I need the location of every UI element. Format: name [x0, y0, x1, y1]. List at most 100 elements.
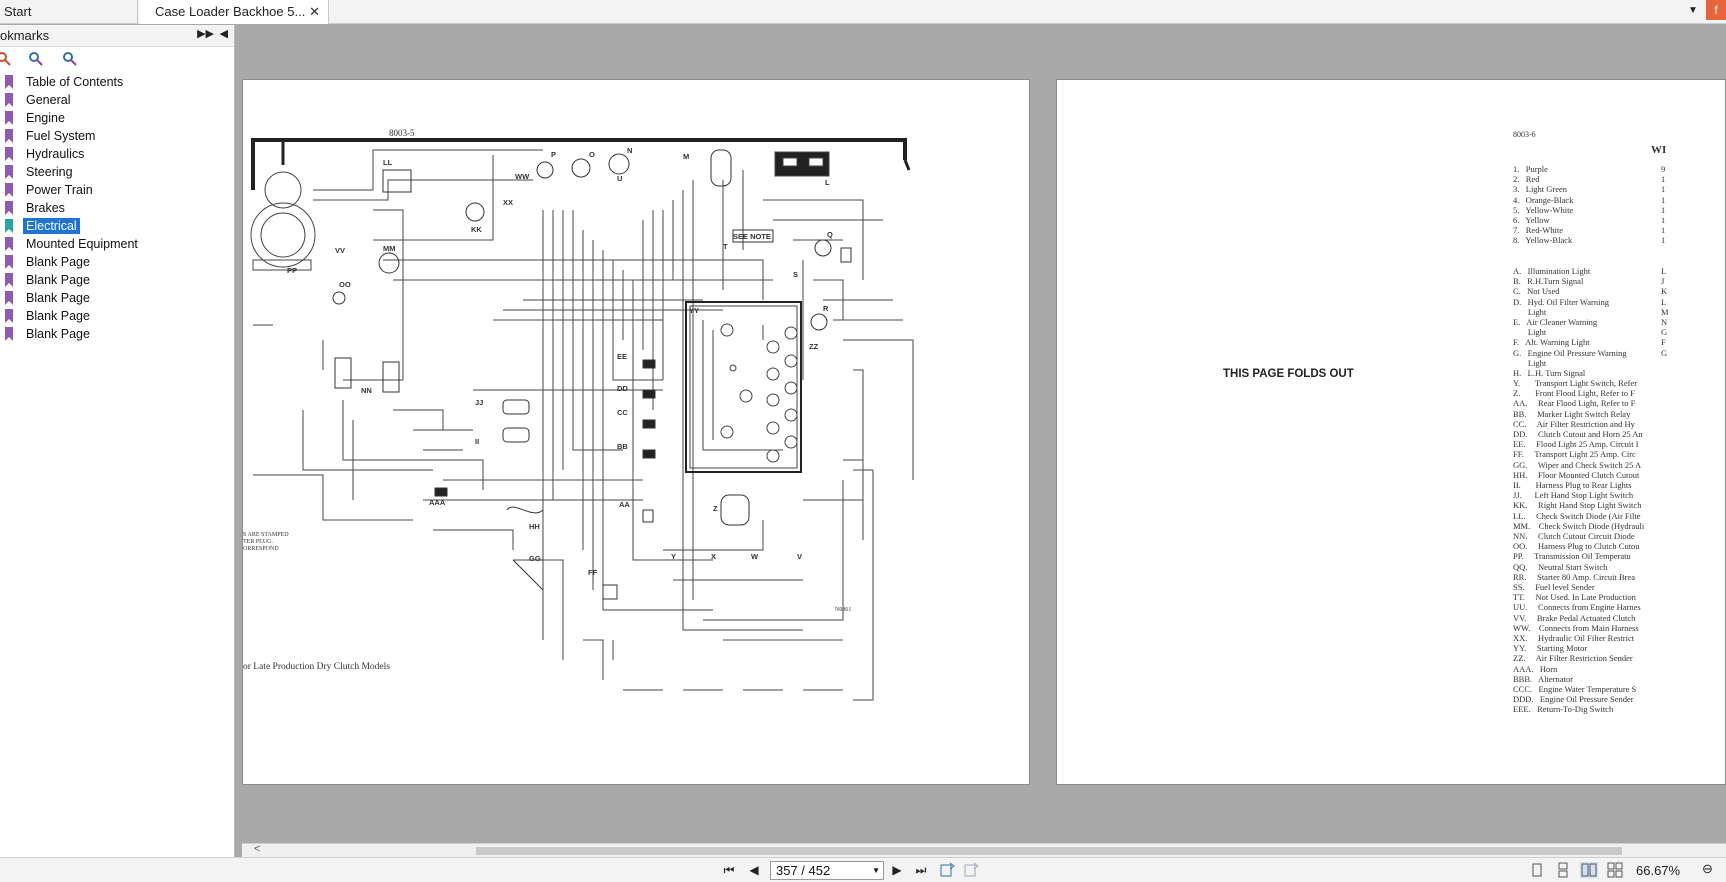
app-menu-icon[interactable]: f	[1706, 0, 1726, 20]
legend-entry: L	[1661, 296, 1667, 307]
legend-entry: AAA. Horn	[1513, 663, 1558, 674]
tab-start[interactable]: Start	[0, 0, 138, 24]
bookmark-icon	[5, 309, 13, 323]
diagram-label: P	[551, 150, 557, 159]
bookmarks-panel: okmarks ▶▶ ◀ Table of Contents General Eng…	[0, 25, 235, 857]
legend-entry: TT. Not Used. In Late Production	[1513, 592, 1636, 603]
bookmark-label: Blank Page	[26, 273, 90, 287]
bookmark-item[interactable]: Blank Page	[0, 307, 234, 325]
diagram-label: JJ	[475, 398, 484, 407]
close-tab-icon[interactable]: ✕	[309, 0, 320, 24]
diagram-label: GG	[529, 554, 541, 563]
bookmark-item[interactable]: Blank Page	[0, 289, 234, 307]
scrollbar-thumb[interactable]	[476, 847, 1622, 855]
bookmark-label: Brakes	[26, 201, 65, 215]
legend-entry: ZZ. Air Filter Restriction Sender	[1513, 653, 1633, 664]
bookmark-item[interactable]: Electrical	[0, 217, 234, 235]
legend-entry: AA. Rear Flood Light, Refer to F	[1513, 398, 1636, 409]
bookmark-item[interactable]: Engine	[0, 109, 234, 127]
legend-entry: NN. Clutch Cutout Circuit Diode	[1513, 531, 1635, 541]
legend-entry: G	[1661, 347, 1668, 358]
bookmark-icon	[5, 165, 13, 179]
legend-entry: F. Alt. Warning Light	[1513, 337, 1590, 348]
legend-entry: 5. Yellow-White	[1513, 204, 1574, 215]
diagram-label: XX	[503, 198, 514, 207]
delete-bookmark-icon[interactable]	[0, 51, 12, 67]
zoom-out-icon[interactable]: ⊖	[1702, 861, 1713, 877]
legend-entry: CC. Air Filter Restriction and Hy	[1513, 418, 1635, 429]
legend-entry: A. Illumination Light	[1513, 266, 1591, 276]
legend-entry: E. Air Cleaner Warning	[1513, 317, 1598, 327]
page-number-input[interactable]: 357 / 452 ▼	[770, 861, 884, 880]
last-page-icon: ⏭	[915, 863, 927, 877]
legend-entry: PP. Transmission Oil Temperatu	[1513, 551, 1631, 562]
legend-entry: 4. Orange-Black	[1513, 194, 1574, 205]
tab-document[interactable]: Case Loader Backhoe 5... ✕	[139, 0, 329, 24]
bookmark-item[interactable]: Table of Contents	[0, 73, 234, 91]
collapse-panel-icon[interactable]: ◀	[220, 27, 228, 40]
legend-entry: J	[1661, 276, 1665, 287]
last-page-button[interactable]: ⏭	[912, 862, 930, 878]
pdf-viewer-window: Start Case Loader Backhoe 5... ✕ ▼ f okm…	[0, 0, 1726, 882]
expand-bookmark-icon[interactable]	[28, 51, 44, 67]
diagram-label: CC	[617, 408, 628, 417]
bookmark-item[interactable]: Blank Page	[0, 253, 234, 271]
diagram-label: W	[751, 552, 759, 561]
diagram-label: Z	[713, 504, 718, 513]
bookmark-label: Table of Contents	[26, 75, 124, 89]
bookmark-label: Steering	[26, 165, 73, 179]
continuous-view-icon[interactable]	[1554, 862, 1572, 878]
diagram-label: PP	[287, 266, 298, 275]
first-page-button[interactable]: ⏮	[720, 862, 738, 878]
legend-entry: 2. Red	[1513, 174, 1540, 185]
bookmark-icon	[5, 201, 13, 215]
previous-view-icon[interactable]	[938, 862, 956, 878]
chevron-down-icon[interactable]: ▼	[1684, 0, 1702, 22]
bookmark-label: Blank Page	[26, 327, 90, 341]
bookmark-item[interactable]: Brakes	[0, 199, 234, 217]
legend-entry: G. Engine Oil Pressure Warning	[1513, 347, 1627, 358]
bookmark-item[interactable]: Steering	[0, 163, 234, 181]
bookmark-label: Hydraulics	[26, 147, 85, 161]
next-view-icon[interactable]	[962, 862, 980, 878]
legend-entry: BB. Marker Light Switch Relay	[1513, 408, 1631, 419]
horizontal-scrollbar[interactable]: <	[242, 843, 1726, 857]
diagram-label: N	[627, 146, 633, 155]
prev-page-button[interactable]: ◀	[745, 862, 763, 878]
chevron-down-icon[interactable]: ▼	[872, 862, 880, 879]
wiring-diagram	[250, 138, 914, 701]
diagram-label: SEE NOTE	[733, 232, 771, 241]
legend-entry: KK. Right Hand Stop Light Switch	[1513, 500, 1642, 511]
find-bookmark-icon[interactable]	[62, 51, 78, 67]
facing-view-icon[interactable]	[1580, 862, 1598, 878]
diagram-label: X	[711, 552, 717, 561]
page-wiring-legend: THIS PAGE FOLDS OUT 8003-6 WI 1. Purple 2…	[1056, 79, 1726, 785]
bookmark-item[interactable]: General	[0, 91, 234, 109]
bookmark-item[interactable]: Fuel System	[0, 127, 234, 145]
bookmark-label: Electrical	[23, 218, 80, 234]
page-wiring-diagram: 8003-5 PP LL VV MM OO NN KK XX WW P O N …	[242, 79, 1030, 785]
bookmark-item[interactable]: Blank Page	[0, 271, 234, 289]
bookmark-item[interactable]: Blank Page	[0, 325, 234, 343]
diagram-label: AAA	[429, 498, 446, 507]
bookmark-label: Blank Page	[26, 309, 90, 323]
legend-entry: 1. Purple	[1513, 164, 1548, 174]
continuous-facing-view-icon[interactable]	[1606, 862, 1624, 878]
bookmark-item[interactable]: Hydraulics	[0, 145, 234, 163]
legend-entry: Y. Transport Light Switch, Refer	[1513, 378, 1638, 388]
bookmark-label: Power Train	[26, 183, 93, 197]
bookmark-item[interactable]: Power Train	[0, 181, 234, 199]
zoom-level[interactable]: 66.67%	[1636, 863, 1680, 878]
legend-entry: L	[1661, 266, 1667, 276]
diagram-label: YY	[689, 306, 700, 315]
single-page-view-icon[interactable]	[1528, 862, 1546, 878]
legend-entry: EE. Flood Light 25 Amp. Circuit I	[1513, 439, 1639, 450]
bookmark-item[interactable]: Mounted Equipment	[0, 235, 234, 253]
legend-entry: HH. Floor Mounted Clutch Cutout	[1513, 469, 1640, 480]
document-view[interactable]: 8003-5 PP LL VV MM OO NN KK XX WW P O N …	[236, 25, 1726, 855]
diagram-label: EE	[617, 352, 628, 361]
scroll-left-icon[interactable]: <	[254, 843, 260, 855]
expand-panel-icon[interactable]: ▶▶	[197, 27, 214, 40]
next-page-button[interactable]: ▶	[888, 862, 906, 878]
legend-entry: 1	[1661, 235, 1666, 246]
